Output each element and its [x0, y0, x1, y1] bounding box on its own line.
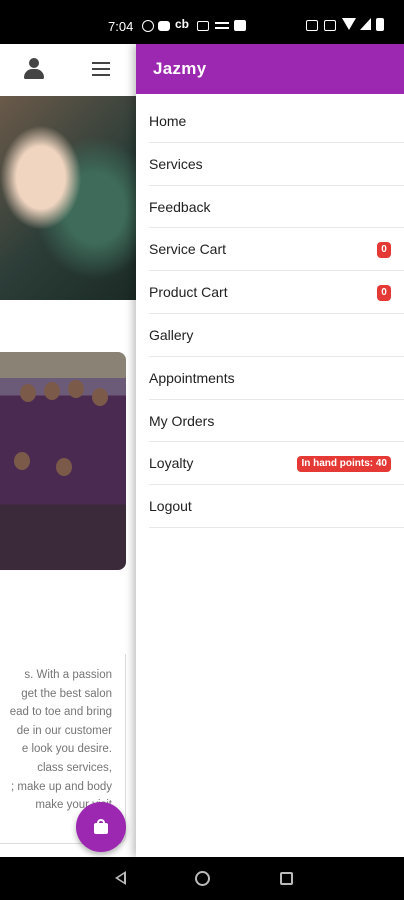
drawer-item-label: Loyalty [149, 455, 194, 472]
drawer-item-feedback[interactable]: Feedback [149, 186, 404, 229]
drawer-item-label: My Orders [149, 412, 215, 429]
drawer-item-service-cart[interactable]: Service Cart 0 [149, 228, 404, 272]
drawer-header: Jazmy [136, 44, 404, 94]
drawer-item-product-cart[interactable]: Product Cart 0 [149, 271, 404, 314]
status-bar: 7:04 cb [0, 0, 404, 44]
back-icon[interactable] [115, 871, 126, 885]
product-cart-count-badge: 0 [377, 285, 391, 302]
drawer-scrim[interactable] [0, 44, 136, 857]
data-icon [324, 20, 336, 31]
drawer-item-label: Logout [149, 498, 192, 515]
drawer-title: Jazmy [153, 59, 207, 78]
drawer-item-logout[interactable]: Logout [149, 485, 404, 528]
youtube-icon [158, 21, 170, 31]
drawer-item-gallery[interactable]: Gallery [149, 314, 404, 357]
cast-icon [215, 20, 229, 32]
recents-icon[interactable] [280, 872, 293, 885]
drawer-item-home[interactable]: Home [149, 100, 404, 143]
cb-icon: cb [175, 17, 190, 31]
image-icon [234, 20, 246, 31]
loyalty-points-badge: In hand points: 40 [297, 456, 391, 473]
drawer-item-label: Gallery [149, 326, 194, 343]
signal-icon [360, 18, 371, 30]
home-icon[interactable] [195, 871, 210, 886]
system-nav-bar [0, 857, 404, 900]
drawer-item-loyalty[interactable]: Loyalty In hand points: 40 [149, 442, 404, 486]
battery-icon [376, 18, 384, 31]
drawer-menu: Home Services Feedback Service Cart 0 Pr… [136, 100, 404, 528]
drawer-item-label: Feedback [149, 198, 211, 215]
drawer-item-label: Service Cart [149, 241, 227, 258]
mail-icon [197, 21, 209, 31]
navigation-drawer: Jazmy Home Services Feedback Service Car… [136, 44, 404, 857]
service-cart-count-badge: 0 [377, 242, 391, 259]
drawer-item-my-orders[interactable]: My Orders [149, 400, 404, 443]
wifi-icon [342, 18, 356, 30]
nfc-icon [306, 20, 318, 31]
whatsapp-icon [142, 20, 154, 32]
drawer-item-label: Appointments [149, 369, 235, 386]
drawer-item-label: Product Cart [149, 284, 228, 301]
drawer-item-services[interactable]: Services [149, 143, 404, 186]
drawer-item-label: Home [149, 113, 187, 129]
status-time: 7:04 [108, 19, 134, 34]
drawer-item-appointments[interactable]: Appointments [149, 357, 404, 400]
drawer-item-label: Services [149, 155, 203, 172]
